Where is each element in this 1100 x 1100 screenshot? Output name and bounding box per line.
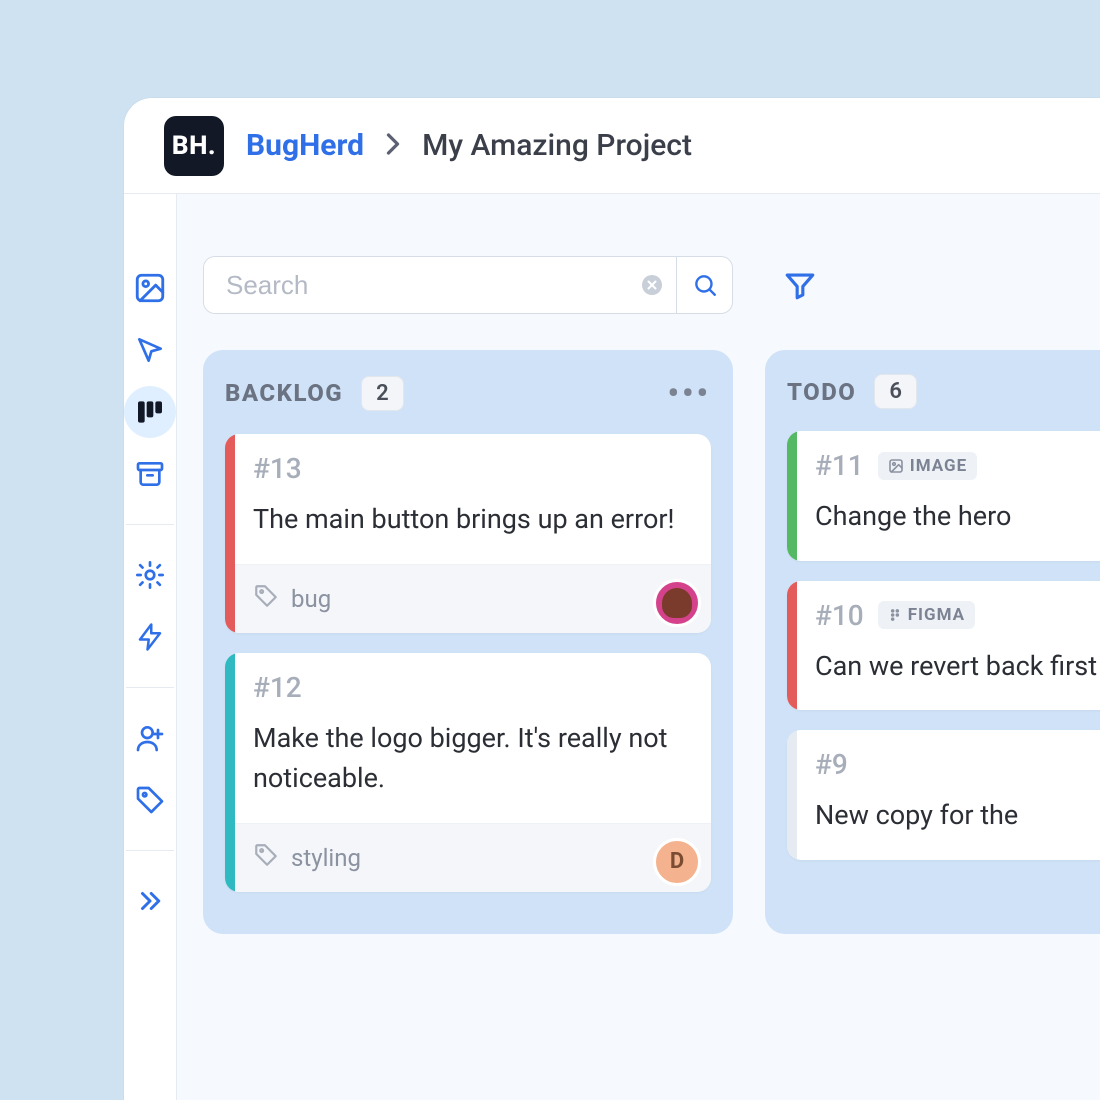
task-card[interactable]: #11 IMAGE Change the hero [787,431,1100,561]
breadcrumb: BugHerd My Amazing Project [246,128,692,163]
card-id: #12 [253,671,302,704]
card-tag[interactable]: bug [253,583,331,615]
column-title: BACKLOG [225,379,343,407]
card-id: #9 [815,748,848,781]
sidebar-expand-icon[interactable] [124,875,176,927]
card-priority-stripe [787,730,797,860]
card-footer: bug [235,564,711,633]
board-area: BACKLOG 2 ••• #13 The main button brings up … [177,194,1100,1100]
sidebar-add-user-icon[interactable] [124,712,176,764]
chevron-right-icon [384,132,402,160]
sidebar-image-icon[interactable] [124,262,176,314]
assignee-avatar[interactable]: D [653,838,701,886]
search-input[interactable] [204,257,628,313]
card-text: Make the logo bigger. It's really not no… [253,718,689,799]
task-card[interactable]: #12 Make the logo bigger. It's really not… [225,653,711,892]
card-id: #13 [253,452,302,485]
app-logo[interactable]: BH. [164,116,224,176]
column-title: TODO [787,378,856,406]
search-submit-icon[interactable] [676,257,732,313]
sidebar-tag-icon[interactable] [124,774,176,826]
card-text: Can we revert back first concept? [815,646,1100,687]
card-text: New copy for the [815,795,1100,836]
card-source-badge: IMAGE [878,452,977,480]
sidebar-divider [126,687,174,688]
card-id: #11 [815,449,864,482]
content: BACKLOG 2 ••• #13 The main button brings up … [124,194,1100,1100]
board-column: BACKLOG 2 ••• #13 The main button brings up … [203,350,733,934]
card-tag[interactable]: styling [253,842,361,874]
column-header: TODO 6 [787,374,1100,409]
board-columns: BACKLOG 2 ••• #13 The main button brings up … [203,350,1100,934]
app-frame: BH. BugHerd My Amazing Project [124,98,1100,1100]
sidebar-divider [126,524,174,525]
sidebar [124,194,177,1100]
sidebar-pointer-icon[interactable] [124,324,176,376]
tag-icon [253,583,279,615]
board-controls [203,256,1100,314]
card-priority-stripe [787,581,797,711]
board-column: TODO 6 #11 IMAGE Change the hero #10 FIGMA Can … [765,350,1100,934]
tag-icon [253,842,279,874]
sidebar-settings-icon[interactable] [124,549,176,601]
card-text: Change the hero [815,496,1100,537]
sidebar-board-icon[interactable] [124,386,176,438]
column-count-badge: 6 [874,374,917,409]
breadcrumb-root[interactable]: BugHerd [246,128,364,163]
sidebar-archive-icon[interactable] [124,448,176,500]
assignee-avatar[interactable] [653,579,701,627]
card-id: #10 [815,599,864,632]
card-priority-stripe [787,431,797,561]
card-source-badge: FIGMA [878,601,975,629]
search-box [203,256,733,314]
column-header: BACKLOG 2 ••• [225,374,711,412]
task-card[interactable]: #10 FIGMA Can we revert back first concept… [787,581,1100,711]
topbar: BH. BugHerd My Amazing Project [124,98,1100,194]
card-text: The main button brings up an error! [253,499,689,540]
breadcrumb-current[interactable]: My Amazing Project [422,128,692,163]
task-card[interactable]: #9 New copy for the [787,730,1100,860]
card-priority-stripe [225,434,235,633]
sidebar-bolt-icon[interactable] [124,611,176,663]
clear-search-icon[interactable] [628,257,676,313]
column-more-icon[interactable]: ••• [668,374,712,412]
card-priority-stripe [225,653,235,892]
card-footer: styling D [235,823,711,892]
filter-icon[interactable] [777,262,823,308]
sidebar-divider [126,850,174,851]
column-count-badge: 2 [361,376,404,411]
task-card[interactable]: #13 The main button brings up an error! bu… [225,434,711,633]
